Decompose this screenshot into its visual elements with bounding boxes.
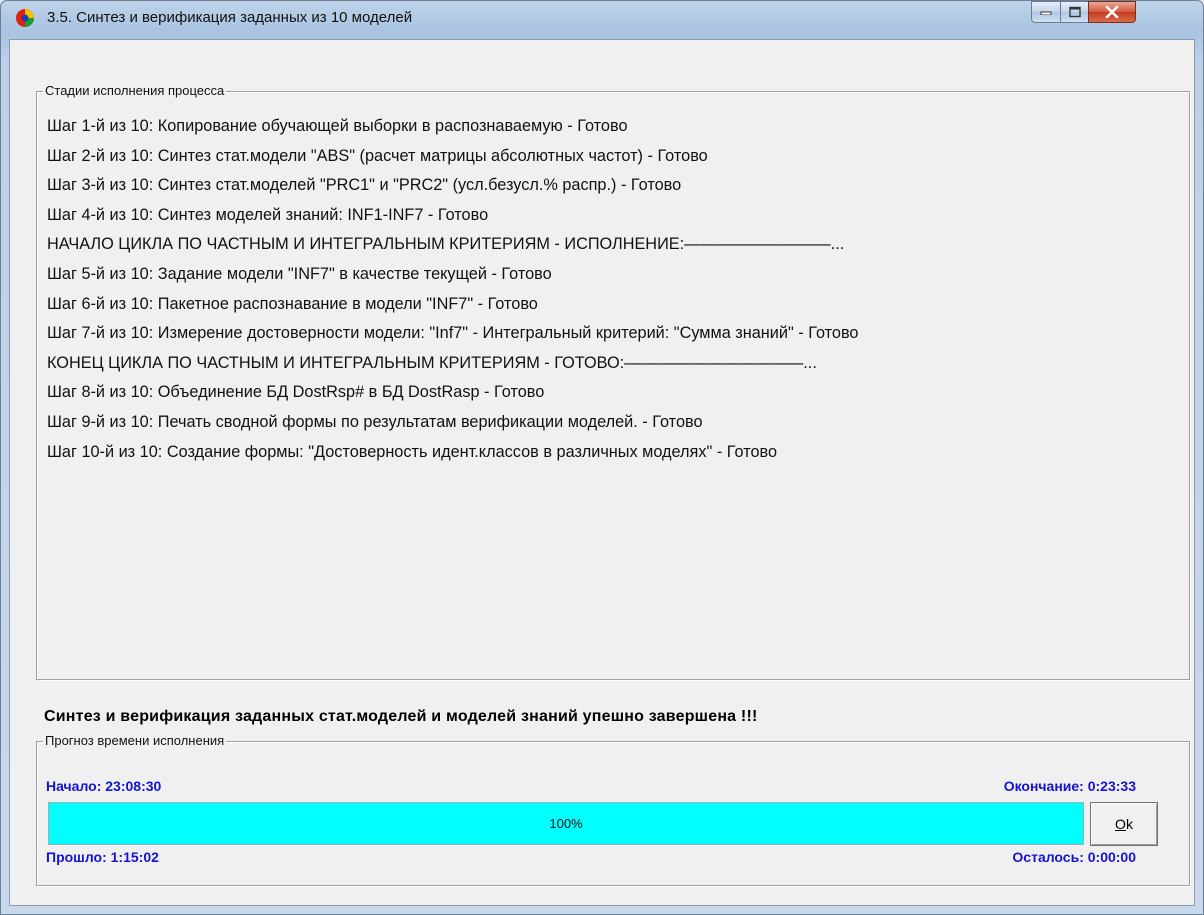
minimize-button[interactable] [1031, 1, 1061, 23]
ok-label: k [1125, 816, 1133, 832]
step-line: Шаг 1-й из 10: Копирование обучающей выб… [47, 117, 628, 135]
app-logo-icon [16, 9, 34, 27]
forecast-legend: Прогноз времени исполнения [45, 733, 225, 748]
elapsed-time-label: Прошло: 1:15:02 [46, 849, 159, 865]
stages-group: Стадии исполнения процесса Шаг 1-й из 10… [36, 84, 1190, 680]
title-bar[interactable]: 3.5. Синтез и верификация заданных из 10… [1, 1, 1203, 37]
step-line: Шаг 9-й из 10: Печать сводной формы по р… [47, 412, 703, 431]
window-title: 3.5. Синтез и верификация заданных из 10… [47, 9, 413, 26]
close-button[interactable] [1088, 1, 1136, 23]
maximize-icon [1068, 6, 1081, 18]
step-line: КОНЕЦ ЦИКЛА ПО ЧАСТНЫМ И ИНТЕГРАЛЬНЫМ КР… [47, 353, 817, 372]
step-line: НАЧАЛО ЦИКЛА ПО ЧАСТНЫМ И ИНТЕГРАЛЬНЫМ К… [47, 235, 845, 254]
maximize-button[interactable] [1060, 1, 1089, 23]
end-time-label: Окончание: 0:23:33 [1003, 778, 1136, 794]
step-line: Шаг 4-й из 10: Синтез моделей знаний: IN… [47, 205, 489, 224]
ok-accel: O [1115, 816, 1126, 832]
steps-list: Шаг 1-й из 10: Копирование обучающей выб… [47, 112, 1181, 467]
start-time-label: Начало: 23:08:30 [46, 778, 162, 794]
close-icon [1105, 6, 1119, 18]
progress-bar: 100% [48, 802, 1084, 845]
remaining-time-label: Осталось: 0:00:00 [1012, 849, 1136, 865]
ok-button[interactable]: Ok [1090, 802, 1158, 846]
step-line: Шаг 8-й из 10: Объединение БД DostRsp# в… [47, 383, 545, 402]
dialog-window: 3.5. Синтез и верификация заданных из 10… [0, 0, 1204, 915]
step-line: Шаг 7-й из 10: Измерение достоверности м… [47, 324, 859, 343]
step-line: Шаг 2-й из 10: Синтез стат.модели "ABS" … [47, 146, 708, 165]
dialog-client-area: Стадии исполнения процесса Шаг 1-й из 10… [9, 39, 1195, 906]
stages-legend: Стадии исполнения процесса [45, 83, 225, 98]
completion-message: Синтез и верификация заданных стат.модел… [44, 708, 758, 725]
step-line: Шаг 3-й из 10: Синтез стат.моделей "PRC1… [47, 176, 682, 195]
minimize-icon [1040, 11, 1052, 15]
step-line: Шаг 6-й из 10: Пакетное распознавание в … [47, 294, 538, 313]
progress-percent: 100% [549, 816, 583, 831]
step-line: Шаг 10-й из 10: Создание формы: "Достове… [47, 442, 778, 461]
step-line: Шаг 5-й из 10: Задание модели "INF7" в к… [47, 264, 552, 283]
